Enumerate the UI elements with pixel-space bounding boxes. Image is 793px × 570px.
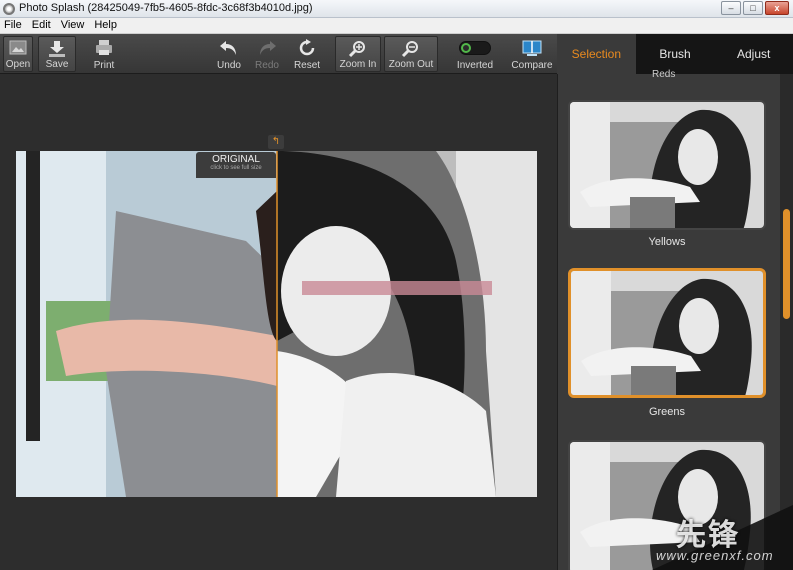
panel-scrollbar[interactable]	[780, 74, 793, 570]
scrollbar-thumb[interactable]	[783, 209, 790, 319]
close-button[interactable]: x	[765, 1, 789, 15]
window-controls: – □ x	[721, 1, 789, 15]
zoom-out-button[interactable]: Zoom Out	[384, 36, 438, 72]
window-title: Photo Splash (28425049-7fb5-4605-8fdc-3c…	[19, 2, 313, 14]
maximize-button[interactable]: □	[743, 1, 763, 15]
preset-preview-image	[571, 271, 763, 395]
preset-thumbnail-greens[interactable]	[568, 268, 766, 398]
split-handle[interactable]: ↰	[268, 135, 284, 149]
original-title: ORIGINAL	[212, 154, 260, 165]
zoom-in-button[interactable]: Zoom In	[335, 36, 381, 72]
undo-button[interactable]: Undo	[212, 36, 246, 72]
watermark-url: www.greenxf.com	[656, 548, 774, 563]
redo-icon	[260, 41, 276, 55]
photo-canvas[interactable]	[16, 151, 537, 497]
zoom-out-icon	[401, 41, 418, 58]
compare-icon	[522, 40, 542, 56]
panel-tabs: Selection Brush Adjust	[557, 34, 793, 74]
menu-file[interactable]: File	[4, 18, 22, 33]
preset-thumbnail-yellows[interactable]	[568, 100, 766, 230]
preset-label-partial: Reds	[652, 69, 676, 80]
refresh-icon	[299, 39, 315, 56]
open-button[interactable]: Open	[3, 36, 33, 72]
edited-photo	[16, 151, 537, 497]
reset-button[interactable]: Reset	[290, 36, 324, 72]
image-icon	[9, 40, 27, 55]
zoom-in-icon	[348, 41, 365, 58]
original-tag[interactable]: ORIGINAL click to see full size	[196, 152, 276, 178]
tab-selection[interactable]: Selection	[557, 34, 636, 74]
toggle-switch[interactable]	[459, 41, 491, 55]
preset-label: Greens	[648, 406, 686, 418]
menu-edit[interactable]: Edit	[32, 18, 51, 33]
toolbar: Open Save Print Undo Redo Reset Zoom In …	[0, 34, 557, 74]
title-bar: Photo Splash (28425049-7fb5-4605-8fdc-3c…	[0, 0, 793, 18]
preset-preview-image	[570, 102, 764, 228]
print-button[interactable]: Print	[88, 36, 120, 72]
inverted-toggle[interactable]: Inverted	[450, 36, 500, 72]
tab-brush[interactable]: Brush	[636, 34, 715, 74]
minimize-button[interactable]: –	[721, 1, 741, 15]
undo-icon	[220, 41, 236, 55]
menu-view[interactable]: View	[61, 18, 85, 33]
printer-icon	[96, 40, 112, 55]
redo-button[interactable]: Redo	[251, 36, 283, 72]
menu-help[interactable]: Help	[94, 18, 117, 33]
app-icon	[3, 3, 15, 15]
download-icon	[49, 41, 65, 57]
compare-button[interactable]: Compare	[510, 36, 554, 72]
menu-bar: File Edit View Help	[0, 18, 793, 34]
save-button[interactable]: Save	[38, 36, 76, 72]
rotate-arrow-icon: ↰	[271, 136, 281, 147]
preset-label: Yellows	[648, 236, 686, 248]
tab-adjust[interactable]: Adjust	[714, 34, 793, 74]
original-hint: click to see full size	[210, 165, 262, 171]
